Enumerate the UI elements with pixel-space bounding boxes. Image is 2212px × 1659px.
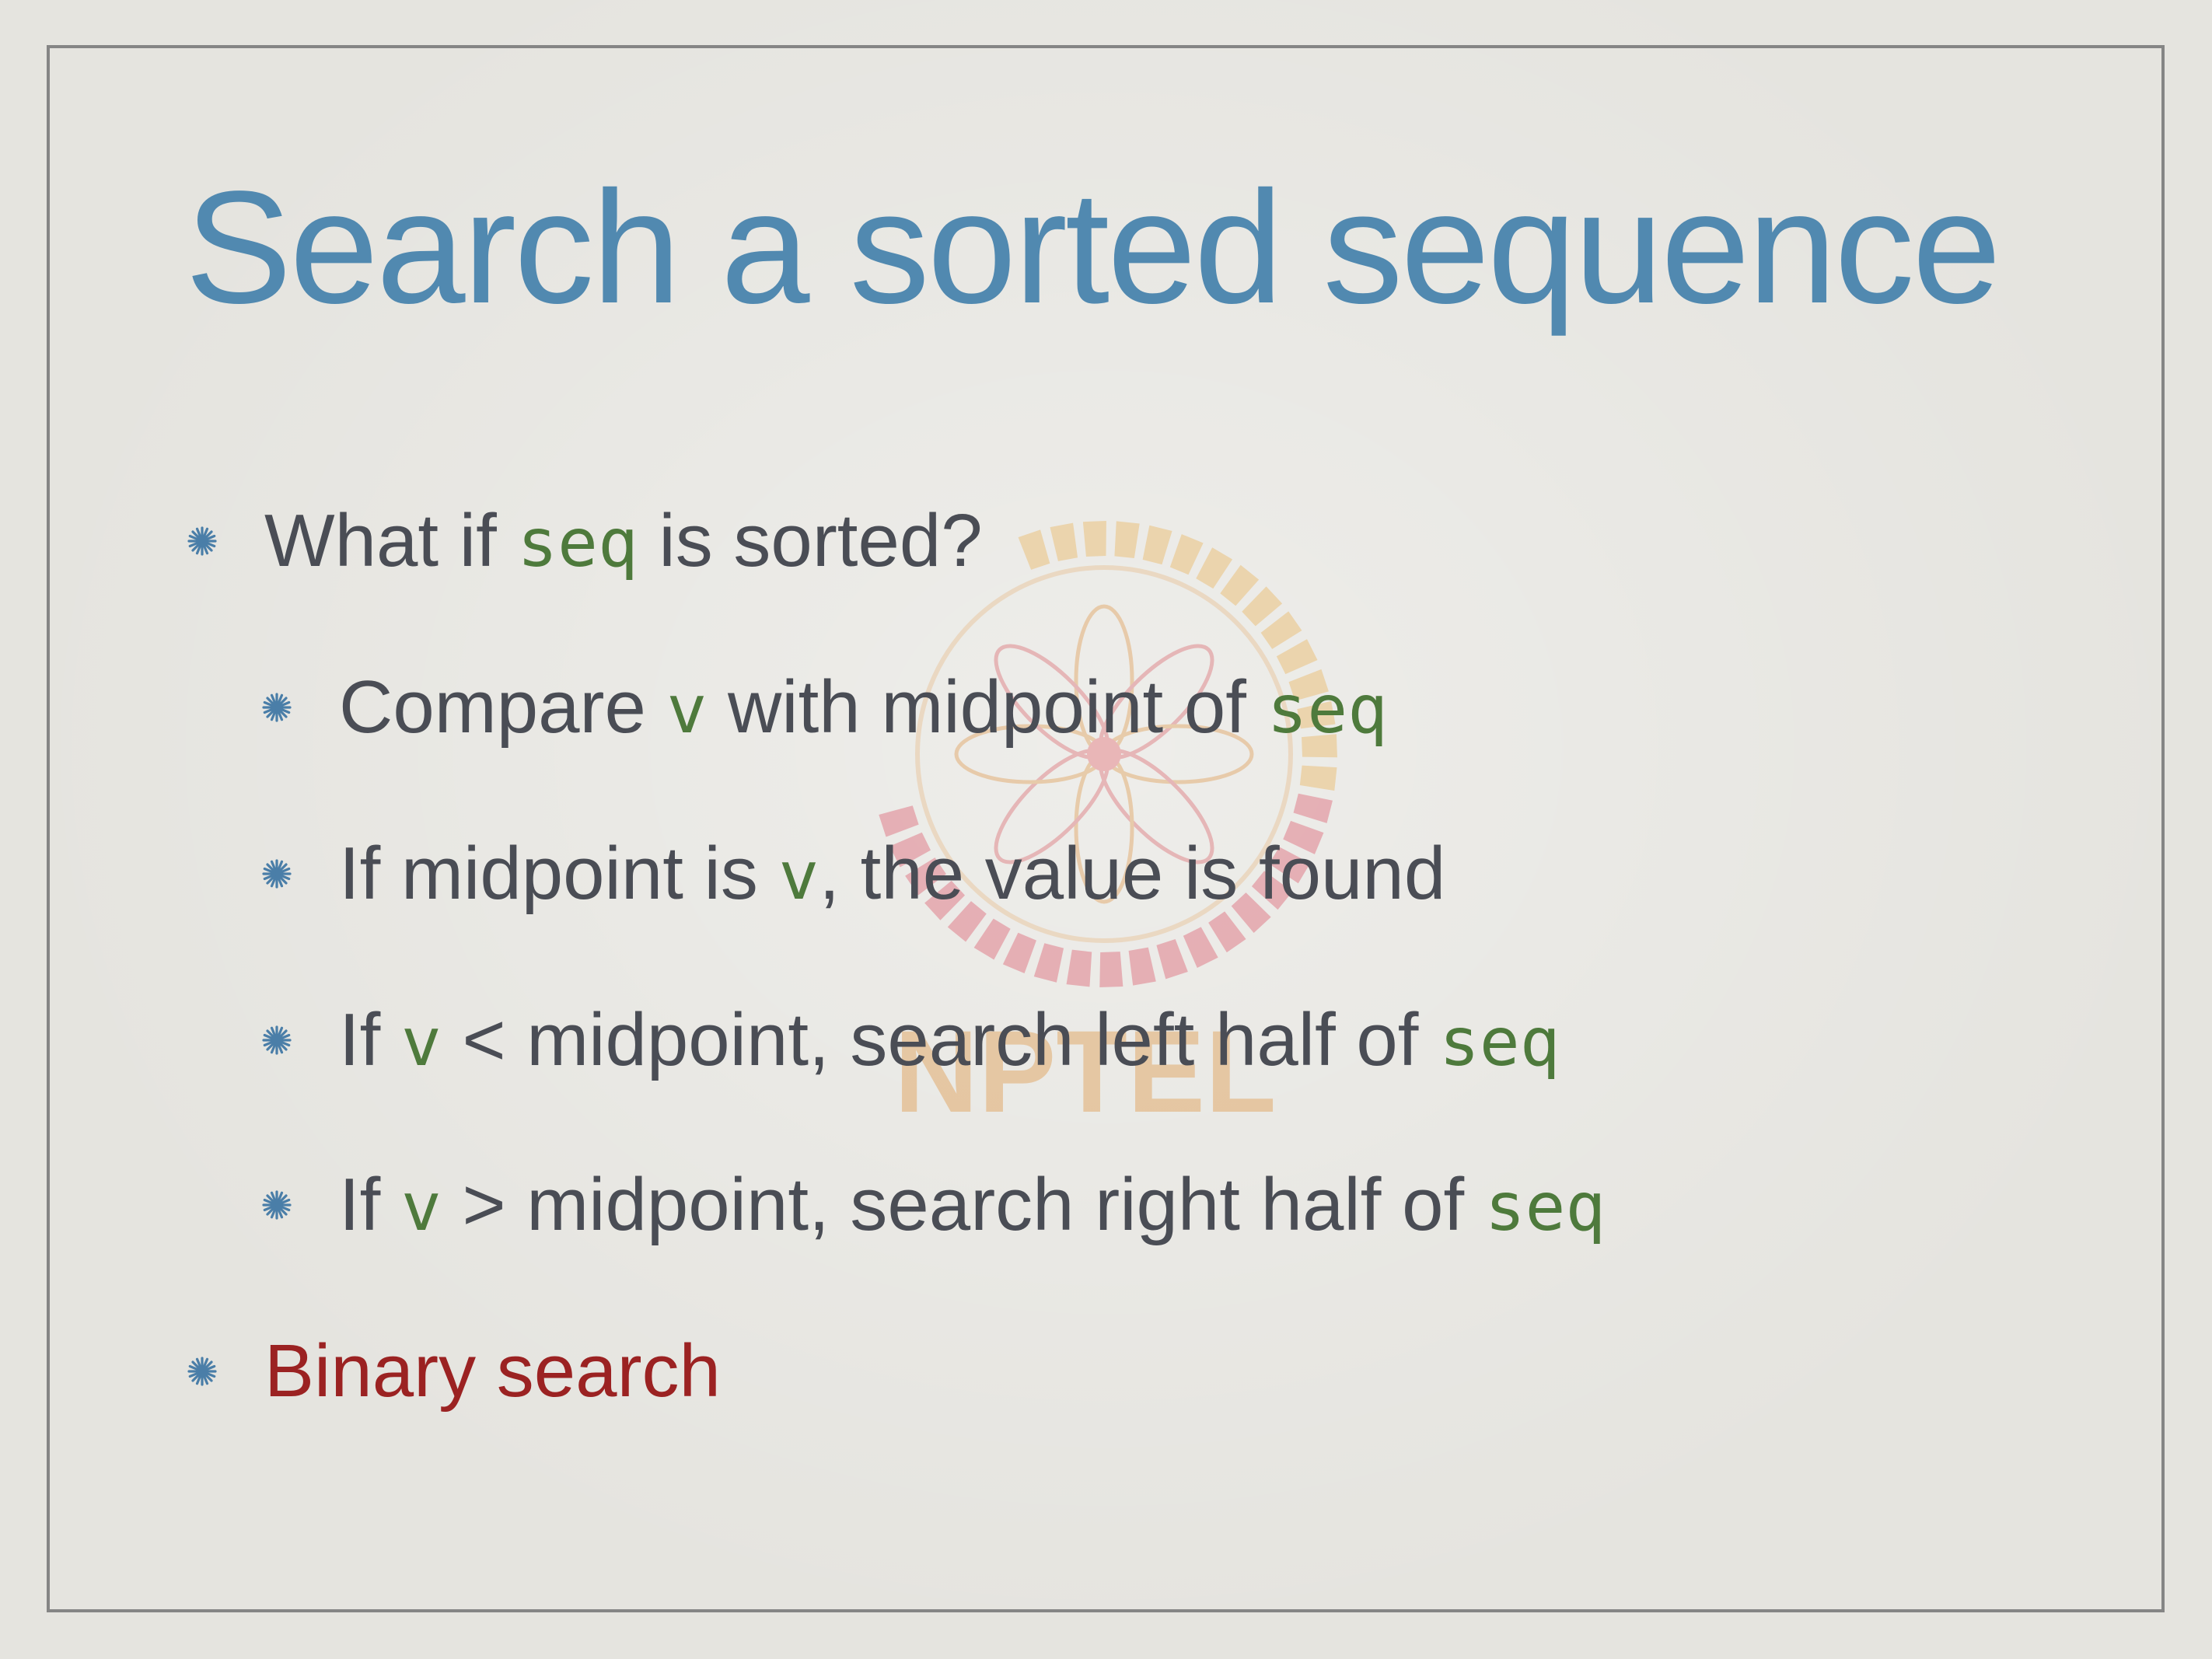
- text-run: Compare: [339, 665, 667, 749]
- sub-bullet-item: Compare v with midpoint of seq: [261, 670, 1388, 745]
- bullet-item: Binary search: [187, 1334, 721, 1409]
- asterisk-bullet-icon: [261, 1189, 292, 1221]
- text-run: If: [339, 1163, 402, 1246]
- bullet-text: If v < midpoint, search left half of seq: [339, 1003, 1560, 1077]
- bullet-text: Compare v with midpoint of seq: [339, 670, 1388, 745]
- text-run: > midpoint, search right half of: [441, 1163, 1485, 1246]
- asterisk-bullet-icon: [261, 858, 292, 889]
- bullet-text: If midpoint is v, the value is found: [339, 836, 1445, 911]
- text-run: < midpoint, search left half of: [441, 998, 1440, 1081]
- asterisk-bullet-icon: [187, 526, 218, 557]
- text-run: , the value is found: [819, 832, 1446, 915]
- code-token: seq: [1439, 1004, 1560, 1081]
- code-token: seq: [517, 505, 638, 582]
- bullet-text: Binary search: [264, 1334, 721, 1409]
- text-run: If midpoint is: [339, 832, 779, 915]
- text-run: What if: [264, 499, 518, 582]
- code-token: v: [666, 671, 708, 749]
- sub-bullet-item: If v > midpoint, search right half of se…: [261, 1168, 1606, 1242]
- sub-bullet-item: If midpoint is v, the value is found: [261, 836, 1445, 911]
- code-token: seq: [1484, 1168, 1606, 1246]
- text-run: is sorted?: [638, 499, 983, 582]
- code-token: v: [401, 1168, 442, 1246]
- text-run: with midpoint of: [707, 665, 1267, 749]
- asterisk-bullet-icon: [261, 692, 292, 723]
- asterisk-bullet-icon: [261, 1025, 292, 1056]
- text-run: If: [339, 998, 402, 1081]
- slide-title: Search a sorted sequence: [185, 158, 2001, 337]
- sub-bullet-item: If v < midpoint, search left half of seq: [261, 1003, 1560, 1077]
- asterisk-bullet-icon: [187, 1356, 218, 1387]
- bullet-item: What if seq is sorted?: [187, 504, 983, 578]
- code-token: v: [401, 1004, 442, 1081]
- highlight-text: Binary search: [264, 1329, 721, 1413]
- code-token: seq: [1267, 671, 1388, 749]
- bullet-text: What if seq is sorted?: [264, 504, 983, 578]
- bullet-text: If v > midpoint, search right half of se…: [339, 1168, 1606, 1242]
- code-token: v: [778, 837, 819, 915]
